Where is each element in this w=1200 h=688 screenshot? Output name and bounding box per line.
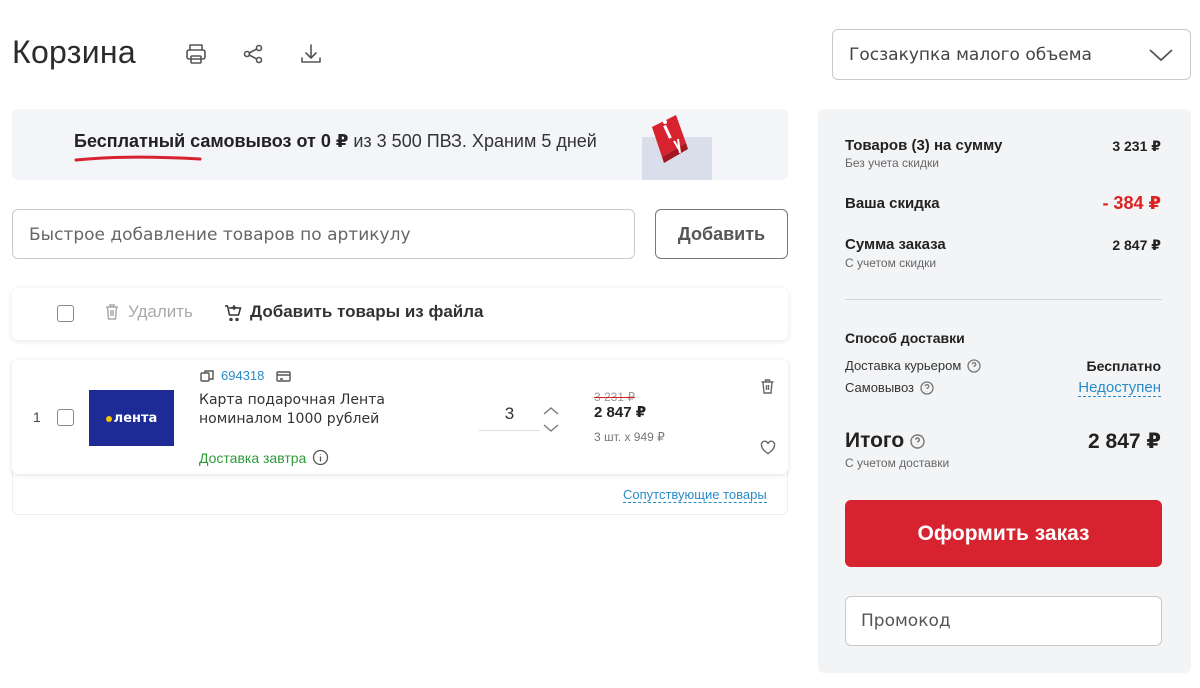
info-icon[interactable] xyxy=(312,449,329,466)
pickup-point-icon xyxy=(642,115,712,180)
order-sum-value: 2 847 ₽ xyxy=(1112,237,1161,253)
goods-sum-label: Товаров (3) на сумму xyxy=(845,137,1003,154)
favorite-button[interactable] xyxy=(760,440,776,460)
chevron-down-icon xyxy=(543,424,559,432)
promo-banner[interactable]: Бесплатный самовывоз от 0 ₽ из 3 500 ПВЗ… xyxy=(12,109,788,180)
quantity-input[interactable] xyxy=(479,398,540,431)
select-all-checkbox[interactable] xyxy=(57,305,74,322)
pickup-unavailable-link[interactable]: Недоступен xyxy=(1078,379,1161,397)
delivery-info: Доставка завтра xyxy=(199,449,329,466)
banner-text: из 3 500 ПВЗ. Храним 5 дней xyxy=(348,131,597,151)
share-icon[interactable] xyxy=(239,40,267,68)
trash-icon xyxy=(106,304,118,320)
add-button[interactable]: Добавить xyxy=(655,209,788,259)
remove-item-button[interactable] xyxy=(760,378,775,400)
product-image[interactable]: лента xyxy=(89,390,174,446)
pickup-row: Самовывоз xyxy=(845,380,934,395)
heart-icon xyxy=(760,440,776,455)
trash-icon xyxy=(761,379,774,394)
article-row: 694318 xyxy=(200,368,292,383)
article-quick-add-input[interactable] xyxy=(12,209,635,259)
item-checkbox[interactable] xyxy=(57,409,74,426)
chevron-up-icon xyxy=(543,407,559,415)
delivery-label: Доставка завтра xyxy=(199,449,307,466)
card-icon xyxy=(276,370,292,382)
cart-plus-icon xyxy=(225,305,242,321)
price-per-unit: 3 шт. х 949 ₽ xyxy=(594,430,665,444)
purchase-type-value: Госзакупка малого объема xyxy=(849,44,1092,65)
total-sub: С учетом доставки xyxy=(845,456,950,470)
checkout-button[interactable]: Оформить заказ xyxy=(845,500,1162,567)
cart-items-section: 1 лента 694318 Карта подарочная Лента но… xyxy=(12,360,788,515)
related-products-link[interactable]: Сопутствующие товары xyxy=(623,487,767,503)
pickup-label: Самовывоз xyxy=(845,380,914,395)
banner-bold-text: Бесплатный самовывоз от 0 ₽ xyxy=(74,131,349,151)
goods-sum-value: 3 231 ₽ xyxy=(1112,138,1161,154)
help-icon[interactable] xyxy=(920,380,934,395)
page-title: Корзина xyxy=(12,34,136,70)
chevron-down-icon xyxy=(1149,48,1173,61)
add-from-file-button[interactable]: Добавить товары из файла xyxy=(224,302,484,322)
total-label-row: Итого xyxy=(845,429,925,453)
quantity-increase-button[interactable] xyxy=(543,403,561,417)
discount-label: Ваша скидка xyxy=(845,195,940,212)
summary-divider xyxy=(845,299,1162,300)
delete-label: Удалить xyxy=(128,302,193,321)
total-label: Итого xyxy=(845,429,905,452)
item-index: 1 xyxy=(33,409,41,425)
courier-delivery-row: Доставка курьером xyxy=(845,358,981,373)
price-new: 2 847 ₽ xyxy=(594,404,647,421)
quantity-decrease-button[interactable] xyxy=(543,420,561,434)
delivery-method-title: Способ доставки xyxy=(845,330,965,346)
article-number[interactable]: 694318 xyxy=(221,368,264,383)
product-image-label: лента xyxy=(113,410,158,426)
delete-selected-button[interactable]: Удалить xyxy=(104,302,193,322)
total-value: 2 847 ₽ xyxy=(1088,430,1161,453)
order-sum-label: Сумма заказа xyxy=(845,236,946,253)
courier-label: Доставка курьером xyxy=(845,358,962,373)
print-icon[interactable] xyxy=(182,40,210,68)
help-icon[interactable] xyxy=(910,433,925,449)
copy-icon[interactable] xyxy=(200,369,215,383)
goods-sum-sub: Без учета скидки xyxy=(845,156,939,170)
purchase-type-select[interactable]: Госзакупка малого объема xyxy=(832,29,1191,80)
help-icon[interactable] xyxy=(967,358,981,373)
order-sum-sub: С учетом скидки xyxy=(845,256,937,270)
discount-value: - 384 ₽ xyxy=(1102,193,1161,213)
courier-value: Бесплатно xyxy=(1086,358,1161,374)
order-summary: Товаров (3) на сумму Без учета скидки 3 … xyxy=(818,109,1191,673)
product-name[interactable]: Карта подарочная Лента номиналом 1000 ру… xyxy=(199,391,419,429)
price-old: 3 231 ₽ xyxy=(594,390,635,404)
promo-code-input[interactable] xyxy=(845,596,1162,646)
underline-stroke-icon xyxy=(74,155,202,162)
download-icon[interactable] xyxy=(297,40,325,68)
add-from-file-label: Добавить товары из файла xyxy=(250,302,484,321)
cart-toolbar: Удалить Добавить товары из файла xyxy=(12,288,788,340)
cart-item: 1 лента 694318 Карта подарочная Лента но… xyxy=(12,360,788,474)
